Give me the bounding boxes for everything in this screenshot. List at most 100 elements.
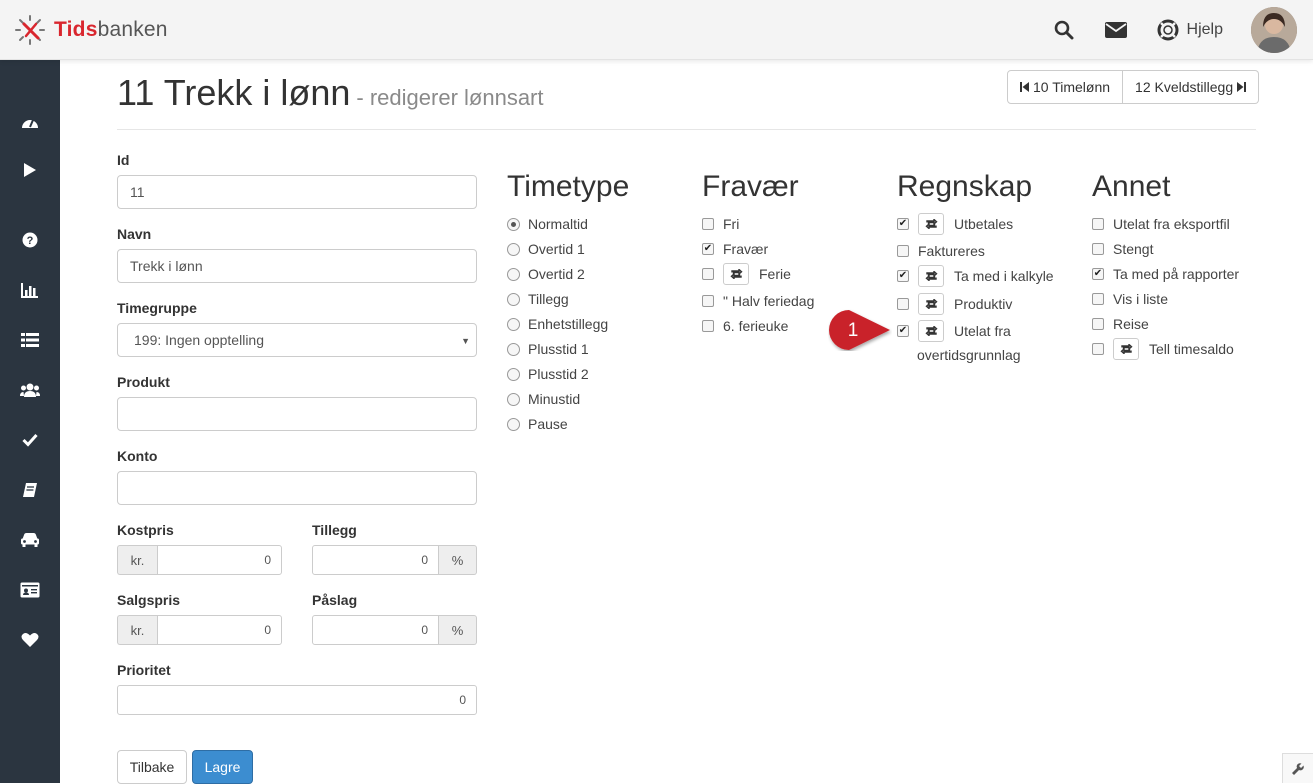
checkbox[interactable]	[1092, 293, 1104, 305]
absence-option-halv-feriedag[interactable]: " Halv feriedag	[702, 291, 814, 311]
retweet-icon[interactable]	[918, 293, 944, 315]
accounting-option-ta-med-i-kalkyle[interactable]: Ta med i kalkyle	[897, 265, 1054, 287]
timetype-option-minustid[interactable]: Minustid	[507, 389, 580, 409]
next-record-button[interactable]: 12 Kveldstillegg	[1123, 70, 1260, 104]
sidebar-item-list[interactable]	[0, 320, 60, 360]
checkbox[interactable]	[897, 270, 909, 282]
timetype-option-enhetstillegg[interactable]: Enhetstillegg	[507, 314, 608, 334]
checkbox[interactable]	[702, 268, 714, 280]
sidebar-item-favorites[interactable]	[0, 620, 60, 660]
other-option-utelat-fra-eksportfil[interactable]: Utelat fra eksportfil	[1092, 214, 1230, 234]
timetype-option-overtid-1[interactable]: Overtid 1	[507, 239, 585, 259]
timetype-option-overtid-2[interactable]: Overtid 2	[507, 264, 585, 284]
sidebar: ?	[0, 60, 60, 783]
timetype-option-tillegg[interactable]: Tillegg	[507, 289, 569, 309]
search-icon[interactable]	[1053, 19, 1075, 41]
other-option-label: Tell timesaldo	[1149, 341, 1234, 357]
cost-price-input[interactable]: 0	[157, 545, 282, 575]
hour-group-select[interactable]: 199: Ingen opptelling ▼	[117, 323, 477, 357]
absence-option-fravær[interactable]: Fravær	[702, 239, 768, 259]
checkbox[interactable]	[1092, 268, 1104, 280]
id-field[interactable]: 11	[117, 175, 477, 209]
retweet-icon[interactable]	[918, 320, 944, 342]
timetype-option-plusstid-2[interactable]: Plusstid 2	[507, 364, 589, 384]
checkbox[interactable]	[702, 218, 714, 230]
checkbox[interactable]	[702, 243, 714, 255]
checkbox[interactable]	[1092, 318, 1104, 330]
back-button[interactable]: Tilbake	[117, 750, 187, 784]
previous-record-button[interactable]: 10 Timelønn	[1007, 70, 1124, 104]
other-option-reise[interactable]: Reise	[1092, 314, 1149, 334]
sidebar-item-card[interactable]	[0, 570, 60, 610]
addition-input[interactable]: 0	[312, 545, 439, 575]
sidebar-item-travel[interactable]	[0, 520, 60, 560]
radio-button[interactable]	[507, 417, 520, 431]
help-label: Hjelp	[1186, 21, 1223, 38]
checkbox[interactable]	[1092, 343, 1104, 355]
other-option-stengt[interactable]: Stengt	[1092, 239, 1153, 259]
accounting-option-produktiv[interactable]: Produktiv	[897, 293, 1012, 315]
wrench-icon[interactable]	[1282, 753, 1313, 783]
sidebar-item-approve[interactable]	[0, 420, 60, 460]
absence-option-ferie[interactable]: Ferie	[702, 263, 791, 285]
markup-input[interactable]: 0	[312, 615, 439, 645]
checkbox[interactable]	[702, 295, 714, 307]
checkbox[interactable]	[1092, 218, 1104, 230]
save-button[interactable]: Lagre	[192, 750, 253, 784]
radio-button[interactable]	[507, 367, 520, 381]
absence-option-6-ferieuke[interactable]: 6. ferieuke	[702, 316, 788, 336]
radio-button[interactable]	[507, 392, 520, 406]
accounting-option-faktureres[interactable]: Faktureres	[897, 241, 985, 261]
other-option-ta-med-på-rapporter[interactable]: Ta med på rapporter	[1092, 264, 1239, 284]
other-option-label: Stengt	[1113, 241, 1154, 257]
priority-input[interactable]: 0	[117, 685, 477, 715]
name-field[interactable]: Trekk i lønn	[117, 249, 477, 283]
other-option-vis-i-liste[interactable]: Vis i liste	[1092, 289, 1168, 309]
product-field[interactable]	[117, 397, 477, 431]
account-field[interactable]	[117, 471, 477, 505]
check-icon	[22, 433, 38, 447]
checkbox[interactable]	[897, 325, 909, 337]
accounting-heading: Regnskap	[897, 170, 1033, 203]
other-option-label: Vis i liste	[1113, 291, 1168, 307]
user-avatar[interactable]	[1251, 7, 1297, 53]
accounting-option-utelat-fra[interactable]: Utelat fra	[897, 320, 1011, 342]
timetype-option-pause[interactable]: Pause	[507, 414, 568, 434]
other-option-tell-timesaldo[interactable]: Tell timesaldo	[1092, 338, 1234, 360]
radio-button[interactable]	[507, 292, 520, 306]
retweet-icon[interactable]	[918, 265, 944, 287]
checkbox[interactable]	[702, 320, 714, 332]
checkbox[interactable]	[897, 218, 909, 230]
hour-group-select-value: 199: Ingen opptelling	[134, 332, 264, 348]
brand-logo-link[interactable]: Tidsbanken	[14, 14, 168, 46]
radio-button[interactable]	[507, 267, 520, 281]
chevron-down-icon: ▼	[461, 336, 470, 346]
sidebar-item-play[interactable]	[0, 150, 60, 190]
accounting-option-utbetales[interactable]: Utbetales	[897, 213, 1013, 235]
retweet-icon[interactable]	[723, 263, 749, 285]
radio-button[interactable]	[507, 217, 520, 231]
sale-price-input[interactable]: 0	[157, 615, 282, 645]
radio-button[interactable]	[507, 242, 520, 256]
sidebar-item-help[interactable]: ?	[0, 220, 60, 260]
callout-marker-label: 1	[848, 320, 859, 341]
sale-currency-addon: kr.	[117, 615, 157, 645]
sidebar-item-users[interactable]	[0, 370, 60, 410]
absence-heading: Fravær	[702, 170, 799, 203]
radio-button[interactable]	[507, 342, 520, 356]
envelope-icon[interactable]	[1104, 19, 1127, 41]
checkbox[interactable]	[897, 245, 909, 257]
help-link[interactable]: Hjelp	[1157, 19, 1223, 41]
sidebar-item-book[interactable]	[0, 470, 60, 510]
sidebar-item-dashboard[interactable]	[0, 102, 60, 142]
sidebar-item-reports[interactable]	[0, 270, 60, 310]
priority-value: 0	[459, 693, 466, 707]
checkbox[interactable]	[1092, 243, 1104, 255]
timetype-option-plusstid-1[interactable]: Plusstid 1	[507, 339, 589, 359]
radio-button[interactable]	[507, 317, 520, 331]
timetype-option-normaltid[interactable]: Normaltid	[507, 214, 588, 234]
retweet-icon[interactable]	[918, 213, 944, 235]
checkbox[interactable]	[897, 298, 909, 310]
retweet-icon[interactable]	[1113, 338, 1139, 360]
absence-option-fri[interactable]: Fri	[702, 214, 739, 234]
